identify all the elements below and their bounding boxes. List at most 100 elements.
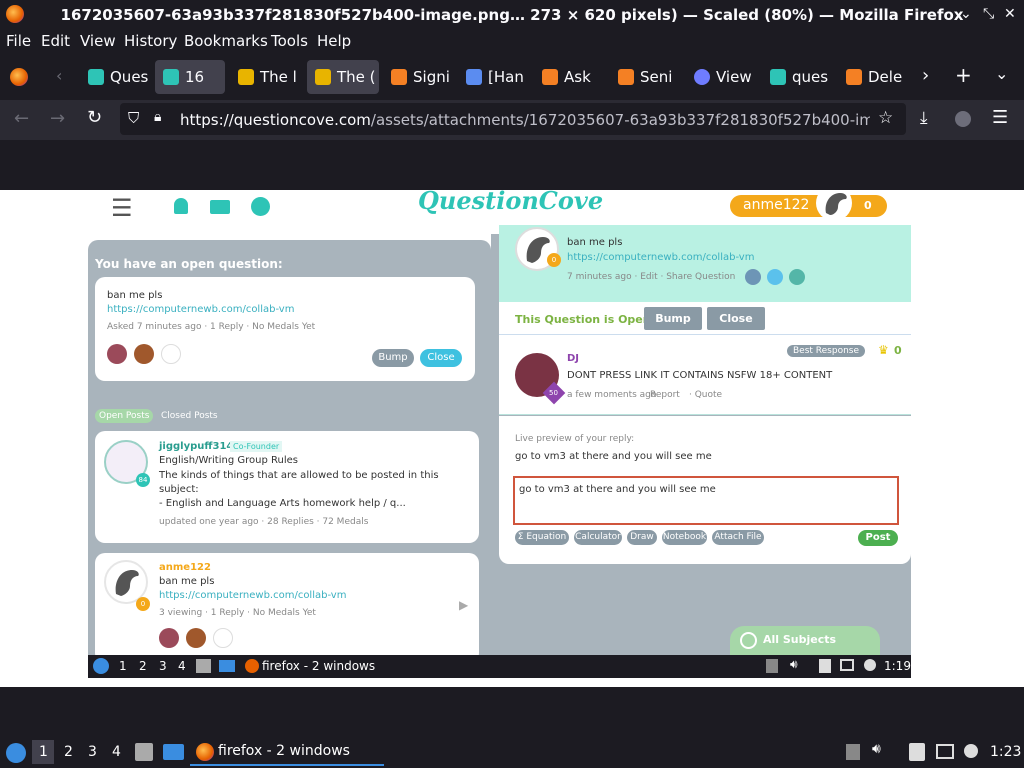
- tab-4[interactable]: The (: [307, 60, 379, 94]
- scroll-tabs-left-icon[interactable]: ‹: [56, 66, 62, 85]
- forward-icon[interactable]: →: [50, 108, 65, 129]
- attach-file-button[interactable]: Attach File: [712, 530, 764, 545]
- question-status: This Question is Open: [515, 313, 651, 326]
- menu-view[interactable]: View: [80, 32, 116, 50]
- menu-tools[interactable]: Tools: [271, 32, 308, 50]
- extension-icon[interactable]: [955, 111, 971, 127]
- downloads-icon[interactable]: ⤓: [920, 108, 928, 128]
- network-icon[interactable]: [936, 744, 954, 759]
- hamburger-icon[interactable]: ☰: [111, 194, 133, 222]
- tab-6[interactable]: [Han: [458, 60, 528, 94]
- tab-2-selected[interactable]: 16: [155, 60, 225, 94]
- tab-5[interactable]: Signi: [383, 60, 453, 94]
- workspace-4[interactable]: 4: [112, 744, 121, 760]
- url-text[interactable]: https://questioncove.com/assets/attachme…: [180, 111, 870, 129]
- workspace-1[interactable]: 1: [39, 744, 48, 760]
- draw-button[interactable]: Draw: [627, 530, 657, 545]
- lock-icon[interactable]: 🔒︎: [154, 109, 161, 125]
- tab-7[interactable]: Ask: [534, 60, 604, 94]
- notebook-button[interactable]: Notebook: [662, 530, 707, 545]
- close-button[interactable]: ✕: [1004, 6, 1016, 22]
- clipboard-icon: [819, 659, 831, 673]
- clipboard-icon[interactable]: [909, 743, 925, 761]
- question-status-bar: This Question is Open Bump Close: [499, 302, 911, 335]
- clock: 1:19: [884, 659, 911, 673]
- preview-label: Live preview of your reply:: [515, 434, 635, 444]
- play-arrow-icon[interactable]: ▶: [459, 598, 468, 612]
- firefox-icon: [245, 659, 259, 673]
- menu-icon[interactable]: ☰: [992, 107, 1008, 128]
- reply-medals: 0: [894, 344, 902, 357]
- tab-closed-posts[interactable]: Closed Posts: [161, 411, 218, 421]
- image-tab-icon: [315, 69, 331, 85]
- minimize-button[interactable]: ⌄: [960, 6, 972, 22]
- bell-icon[interactable]: [174, 198, 188, 214]
- reply-input[interactable]: go to vm3 at there and you will see me: [513, 476, 899, 525]
- desktop-icon[interactable]: [163, 744, 184, 760]
- question-link[interactable]: https://computernewb.com/collab-vm: [567, 252, 754, 263]
- post-body: The kinds of things that are allowed to …: [159, 470, 439, 495]
- workspace-3[interactable]: 3: [88, 744, 97, 760]
- share-icon[interactable]: [789, 269, 805, 285]
- close-question-button[interactable]: Close: [420, 349, 462, 367]
- open-question-link[interactable]: https://computernewb.com/collab-vm: [107, 304, 294, 315]
- tab-11[interactable]: Dele: [838, 60, 908, 94]
- tab-1[interactable]: Ques: [80, 60, 150, 94]
- mail-icon[interactable]: [210, 200, 230, 214]
- list-tabs-icon[interactable]: ⌄: [995, 64, 1008, 83]
- back-icon[interactable]: ←: [14, 108, 29, 129]
- menu-help[interactable]: Help: [317, 32, 351, 50]
- volume-icon: 🔊︎: [790, 657, 798, 671]
- info-icon[interactable]: [964, 744, 978, 758]
- equation-button[interactable]: Σ Equation: [515, 530, 569, 545]
- start-menu-icon[interactable]: [6, 743, 26, 763]
- menu-bookmarks[interactable]: Bookmarks: [184, 32, 268, 50]
- close-question-button[interactable]: Close: [707, 307, 765, 330]
- volume-icon[interactable]: 🔊︎: [872, 741, 881, 757]
- open-question-text: ban me pls: [107, 290, 163, 301]
- questioncove-logo[interactable]: QuestionCove: [418, 190, 603, 215]
- tab-3[interactable]: The l: [230, 60, 300, 94]
- profile-icon[interactable]: [251, 197, 270, 216]
- post-link[interactable]: https://computernewb.com/collab-vm: [159, 590, 346, 601]
- firefox-view-icon[interactable]: [10, 68, 28, 86]
- facebook-icon[interactable]: [745, 269, 761, 285]
- menu-history[interactable]: History: [124, 32, 177, 50]
- post-button[interactable]: Post: [858, 530, 898, 546]
- url-bar[interactable]: ⛉ 🔒︎ https://questioncove.com/assets/att…: [120, 103, 906, 135]
- task-firefox-button[interactable]: firefox - 2 windows: [190, 738, 384, 766]
- reload-icon[interactable]: ↻: [87, 107, 102, 128]
- files-icon[interactable]: [135, 743, 153, 761]
- tab-9[interactable]: View: [686, 60, 756, 94]
- post-card-1[interactable]: 84 jigglypuff314 Co-Founder English/Writ…: [95, 431, 479, 543]
- tab-8[interactable]: Seni: [610, 60, 680, 94]
- question-text: ban me pls: [567, 237, 623, 248]
- bump-question-button[interactable]: Bump: [644, 307, 702, 330]
- all-subjects-button[interactable]: All Subjects: [730, 626, 880, 656]
- tab-open-posts[interactable]: Open Posts: [95, 409, 154, 423]
- bump-button[interactable]: Bump: [372, 349, 414, 367]
- post-username[interactable]: jigglypuff314: [159, 441, 233, 452]
- up-icon[interactable]: [846, 744, 860, 760]
- post-meta: updated one year ago · 28 Replies · 72 M…: [159, 517, 369, 527]
- user-pill[interactable]: anme122 0: [730, 190, 887, 221]
- scroll-tabs-right-icon[interactable]: ›: [922, 65, 929, 86]
- report-link[interactable]: Report: [650, 390, 680, 400]
- tab-10[interactable]: ques: [762, 60, 832, 94]
- workspace-2[interactable]: 2: [64, 744, 73, 760]
- level-badge: 84: [136, 473, 150, 487]
- post-card-2[interactable]: 0 anme122 ban me pls https://computernew…: [95, 553, 479, 663]
- reply-username[interactable]: DJ: [567, 353, 579, 364]
- new-tab-icon[interactable]: +: [955, 63, 972, 87]
- shield-icon[interactable]: ⛉: [128, 109, 139, 127]
- maximize-button[interactable]: ⤡: [983, 6, 994, 22]
- menu-file[interactable]: File: [6, 32, 31, 50]
- post-username[interactable]: anme122: [159, 562, 211, 573]
- participant-avatar: [107, 344, 127, 364]
- calculator-button[interactable]: Calculator: [574, 530, 622, 545]
- menu-edit[interactable]: Edit: [41, 32, 70, 50]
- quote-link[interactable]: · Quote: [689, 390, 722, 400]
- bookmark-star-icon[interactable]: ☆: [878, 108, 893, 128]
- twitter-icon[interactable]: [767, 269, 783, 285]
- open-question-card[interactable]: ban me pls https://computernewb.com/coll…: [95, 277, 475, 381]
